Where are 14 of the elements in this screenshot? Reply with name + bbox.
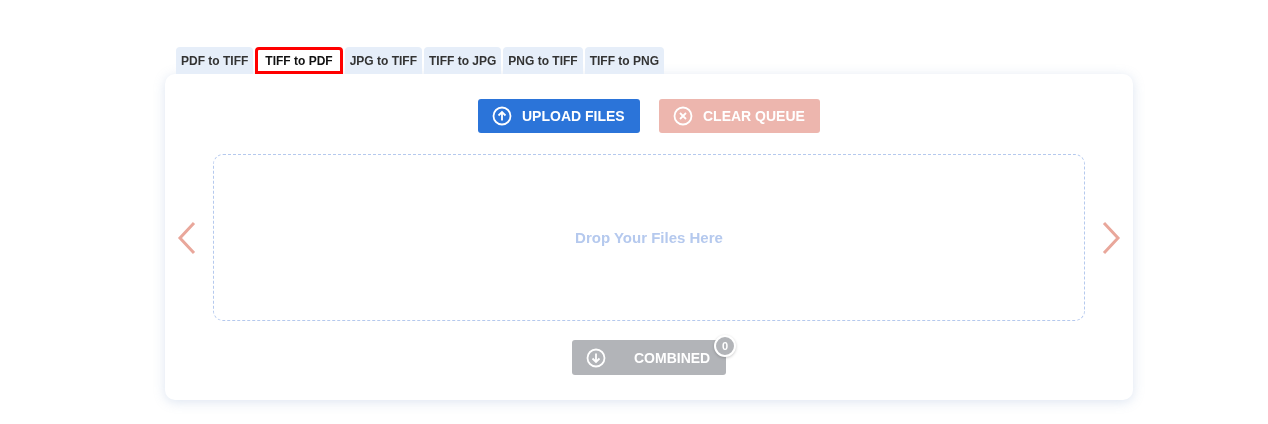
tab[interactable]: TIFF to JPG (424, 47, 502, 74)
count-badge: 0 (714, 335, 736, 357)
close-icon (673, 106, 693, 126)
download-icon (586, 347, 606, 368)
drop-text: Drop Your Files Here (575, 229, 723, 246)
tab[interactable]: TIFF to PDF (255, 47, 343, 74)
tab[interactable]: TIFF to PNG (584, 47, 664, 74)
tab[interactable]: PNG to TIFF (503, 47, 583, 74)
upload-button[interactable]: UPLOAD FILES (478, 99, 640, 133)
chevron-right-icon[interactable] (1101, 220, 1121, 255)
tab[interactable]: JPG to TIFF (344, 47, 422, 74)
chevron-left-icon[interactable] (177, 220, 197, 255)
tab[interactable]: PDF to TIFF (176, 47, 254, 74)
upload-icon (492, 106, 512, 126)
